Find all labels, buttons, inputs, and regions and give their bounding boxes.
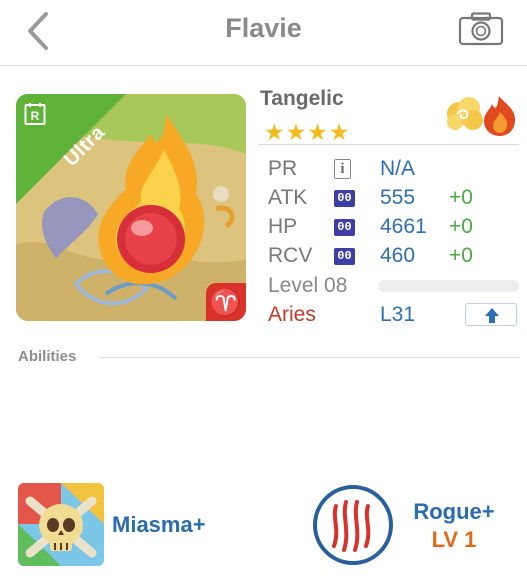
svg-text:R: R — [31, 109, 40, 123]
stat-bonus-hp: +0 — [449, 215, 473, 238]
camera-icon[interactable] — [458, 12, 504, 46]
monster-name: Tangelic — [260, 87, 344, 110]
stat-label-hp: HP — [268, 215, 298, 238]
claw-marks-icon[interactable] — [312, 484, 394, 566]
r-badge-icon: R — [24, 103, 46, 125]
stat-value-hp: 4661 — [380, 215, 427, 238]
stat-bonus-rcv: +0 — [449, 244, 473, 267]
header-bar: Flavie — [0, 0, 527, 66]
stat-row-atk: ATK 00 555 +0 — [268, 186, 520, 214]
stat-bonus-atk: +0 — [449, 186, 473, 209]
stat-label-rcv: RCV — [268, 244, 313, 267]
plus-badge-rcv: 00 — [334, 248, 355, 265]
stat-label-atk: ATK — [268, 186, 308, 209]
arrow-up-icon — [485, 308, 499, 323]
ability-name: Miasma+ — [112, 512, 206, 537]
abilities-section-label: Abilities — [18, 348, 77, 365]
page-title: Flavie — [225, 13, 302, 43]
zodiac-name: Aries — [268, 303, 316, 326]
upgrade-button[interactable] — [465, 303, 517, 326]
stat-row-rcv: RCV 00 460 +0 — [268, 244, 520, 272]
plus-badge-hp: 00 — [334, 219, 355, 236]
abilities-divider — [100, 357, 519, 358]
zodiac-aries-icon: ♈ — [206, 283, 246, 321]
fire-element-icon — [484, 96, 515, 136]
stat-value-pr: N/A — [380, 157, 416, 180]
info-divider — [258, 144, 519, 145]
poison-skull-icon[interactable] — [18, 483, 104, 566]
level-label: Level 08 — [268, 274, 348, 297]
info-icon[interactable]: i — [334, 159, 351, 179]
zodiac-level: L31 — [380, 303, 416, 326]
star-rating: ★★★★ — [264, 119, 351, 145]
stat-row-hp: HP 00 4661 +0 — [268, 215, 520, 243]
stat-value-rcv: 460 — [380, 244, 416, 267]
cloud-element-icon — [447, 97, 483, 130]
element-icons — [447, 96, 515, 136]
level-progress-bar — [378, 280, 519, 292]
class-level: LV 1 — [431, 527, 477, 552]
stat-row-pr: PR i N/A — [268, 157, 520, 185]
plus-badge-atk: 00 — [334, 190, 355, 207]
stat-label-pr: PR — [268, 157, 298, 180]
class-name: Rogue+ — [413, 499, 495, 524]
stat-value-atk: 555 — [380, 186, 416, 209]
